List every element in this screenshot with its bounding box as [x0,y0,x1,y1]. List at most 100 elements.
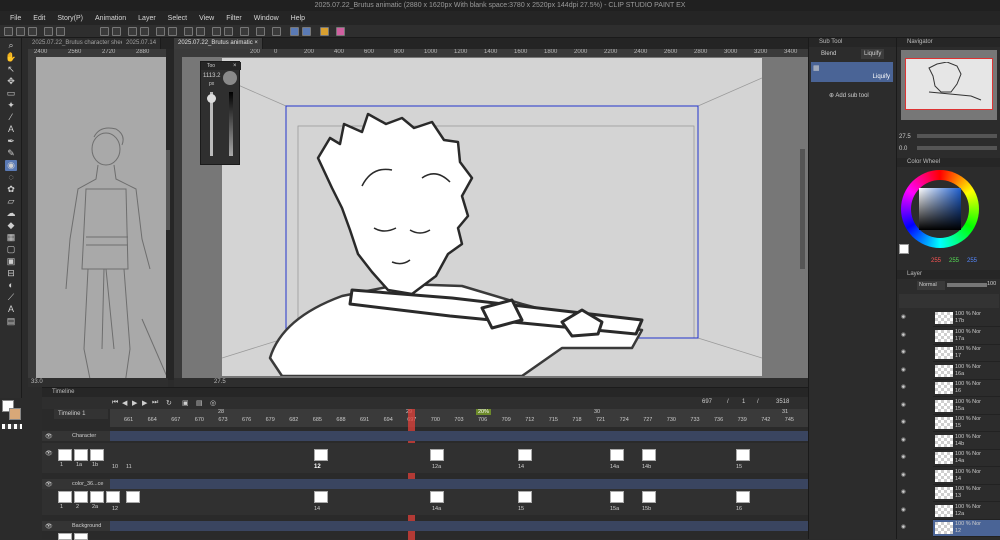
layer-row[interactable]: ◉ 100 % Nor 13 [901,485,1000,502]
layer-opacity-value[interactable]: 100 [987,281,996,287]
auto-select-icon[interactable]: ✦ [5,100,17,111]
layer-row[interactable]: ◉ 100 % Nor 16a [901,363,1000,380]
text-tool-icon[interactable]: A [5,304,17,315]
undo-icon[interactable] [44,27,53,36]
cel-thumb[interactable] [90,491,104,503]
main-canvas-scrollbar[interactable] [800,149,805,269]
shrink-selection-icon[interactable] [196,27,205,36]
onion-skin-icon[interactable]: ◎ [210,399,216,407]
invert-selection-icon[interactable] [156,27,165,36]
tab-0714[interactable]: 2025.07.14 [122,38,162,49]
current-color-swatch[interactable] [899,244,909,254]
drawing-canvas[interactable] [222,58,762,376]
cel-thumb[interactable] [430,491,444,503]
tab-liquify[interactable]: Liquify [861,49,885,59]
layer-row[interactable]: ◉ 100 % Nor 15 [901,415,1000,432]
layer-row[interactable]: ◉ 100 % Nor 17 [901,345,1000,362]
eye-icon[interactable]: ◉ [901,437,906,443]
airbrush-icon[interactable]: ◌ [5,172,17,183]
redo-icon[interactable] [56,27,65,36]
crop-icon[interactable] [168,27,177,36]
loop-icon[interactable]: ↻ [166,399,172,407]
navigator-zoom[interactable]: 27.5 [899,134,911,140]
cel-thumb[interactable] [58,491,72,503]
cel-thumb[interactable] [610,491,624,503]
track-color-cels[interactable] [42,489,808,515]
cel-thumb[interactable] [58,449,72,461]
cel-thumb[interactable] [610,449,624,461]
grid-toggle-icon[interactable] [272,27,281,36]
eye-icon[interactable]: 👁 [45,450,53,457]
cel-thumb[interactable] [518,491,532,503]
add-sub-tool-button[interactable]: ⊕ Add sub tool [829,92,869,99]
navigator-angle[interactable]: 0.0 [899,146,907,152]
eye-icon[interactable]: ◉ [901,332,906,338]
layer-row[interactable]: ◉ 100 % Nor 15a [901,398,1000,415]
snap-grid-icon[interactable] [224,27,233,36]
tab-animatic[interactable]: 2025.07.22_Brutus animatic × [174,38,263,49]
move-layer-icon[interactable]: ✥ [5,76,17,87]
eye-icon[interactable]: ◉ [901,402,906,408]
eraser-icon[interactable]: ▱ [5,196,17,207]
specify-cel-icon[interactable]: ▤ [196,399,203,407]
open-file-icon[interactable] [16,27,25,36]
eye-icon[interactable]: 👁 [45,523,53,530]
eye-icon[interactable]: ◉ [901,349,906,355]
prev-frame-icon[interactable]: ◀ [122,399,127,407]
cel-thumb[interactable] [126,491,140,503]
frame-border-icon[interactable]: ▣ [5,256,17,267]
cel-thumb[interactable] [90,449,104,461]
layer-row[interactable]: ◉ 100 % Nor 14a [901,450,1000,467]
expand-selection-icon[interactable] [184,27,193,36]
camera-icon[interactable]: ▤ [5,316,17,327]
last-frame-icon[interactable]: ⏭ [152,399,158,407]
layer-row[interactable]: ◉ 100 % Nor 12 [901,520,1000,537]
current-frame[interactable]: 697 [702,399,712,405]
cel-thumb[interactable] [642,491,656,503]
menu-filter[interactable]: Filter [220,15,248,22]
left-canvas-scrollbar[interactable] [166,150,170,230]
assets-icon[interactable] [320,27,329,36]
cel-thumb[interactable] [518,449,532,461]
fill-icon[interactable] [112,27,121,36]
track-lane[interactable] [110,479,808,489]
saturation-value-square[interactable] [919,188,961,230]
transparent-color-chip[interactable] [2,424,22,429]
eye-icon[interactable]: ◉ [901,384,906,390]
first-frame-icon[interactable]: ⏮ [112,399,118,407]
angle-slider[interactable] [917,146,997,150]
clear-icon[interactable] [100,27,109,36]
layer-row[interactable]: ◉ 100 % Nor 14 [901,468,1000,485]
text-icon[interactable]: A [5,124,17,135]
eye-icon[interactable]: 👁 [45,433,53,440]
gradient-icon[interactable]: ▦ [5,232,17,243]
menu-file[interactable]: File [4,15,27,22]
menu-view[interactable]: View [193,15,220,22]
zoom-icon[interactable]: ⌕ [5,40,17,51]
layer-row[interactable]: ◉ 100 % Nor 12a [901,503,1000,520]
eyedropper-icon[interactable]: ⁄ [5,112,17,123]
next-frame-icon[interactable]: ▶ [142,399,147,407]
figure-icon[interactable]: ▢ [5,244,17,255]
pen-icon[interactable]: ✒ [5,136,17,147]
eye-icon[interactable]: ◉ [901,472,906,478]
frame-ruler[interactable]: 28 29 30 31 20% 661664667670673676679682… [110,409,808,427]
cel-thumb[interactable] [736,449,750,461]
eye-icon[interactable]: ◉ [901,314,906,320]
eye-icon[interactable]: ◉ [901,419,906,425]
color-r-value[interactable]: 255 [931,258,941,264]
fill-tool-icon[interactable]: ◆ [5,220,17,231]
transform-icon[interactable] [128,27,137,36]
menu-window[interactable]: Window [248,15,285,22]
pen-pressure-icon[interactable] [290,27,299,36]
track-lane[interactable] [110,521,808,531]
cel-thumb[interactable] [74,491,88,503]
ruler-tool-icon[interactable]: ⊟ [5,268,17,279]
stabilization-icon[interactable] [302,27,311,36]
cel-thumb[interactable] [642,449,656,461]
tab-blend[interactable]: Blend [821,49,836,59]
brush-icon[interactable]: ◉ [5,160,17,171]
character-sheet-canvas[interactable]: 2400 2560 2720 2880 [28,49,166,380]
close-icon[interactable]: × [254,40,258,46]
menu-help[interactable]: Help [285,15,311,22]
